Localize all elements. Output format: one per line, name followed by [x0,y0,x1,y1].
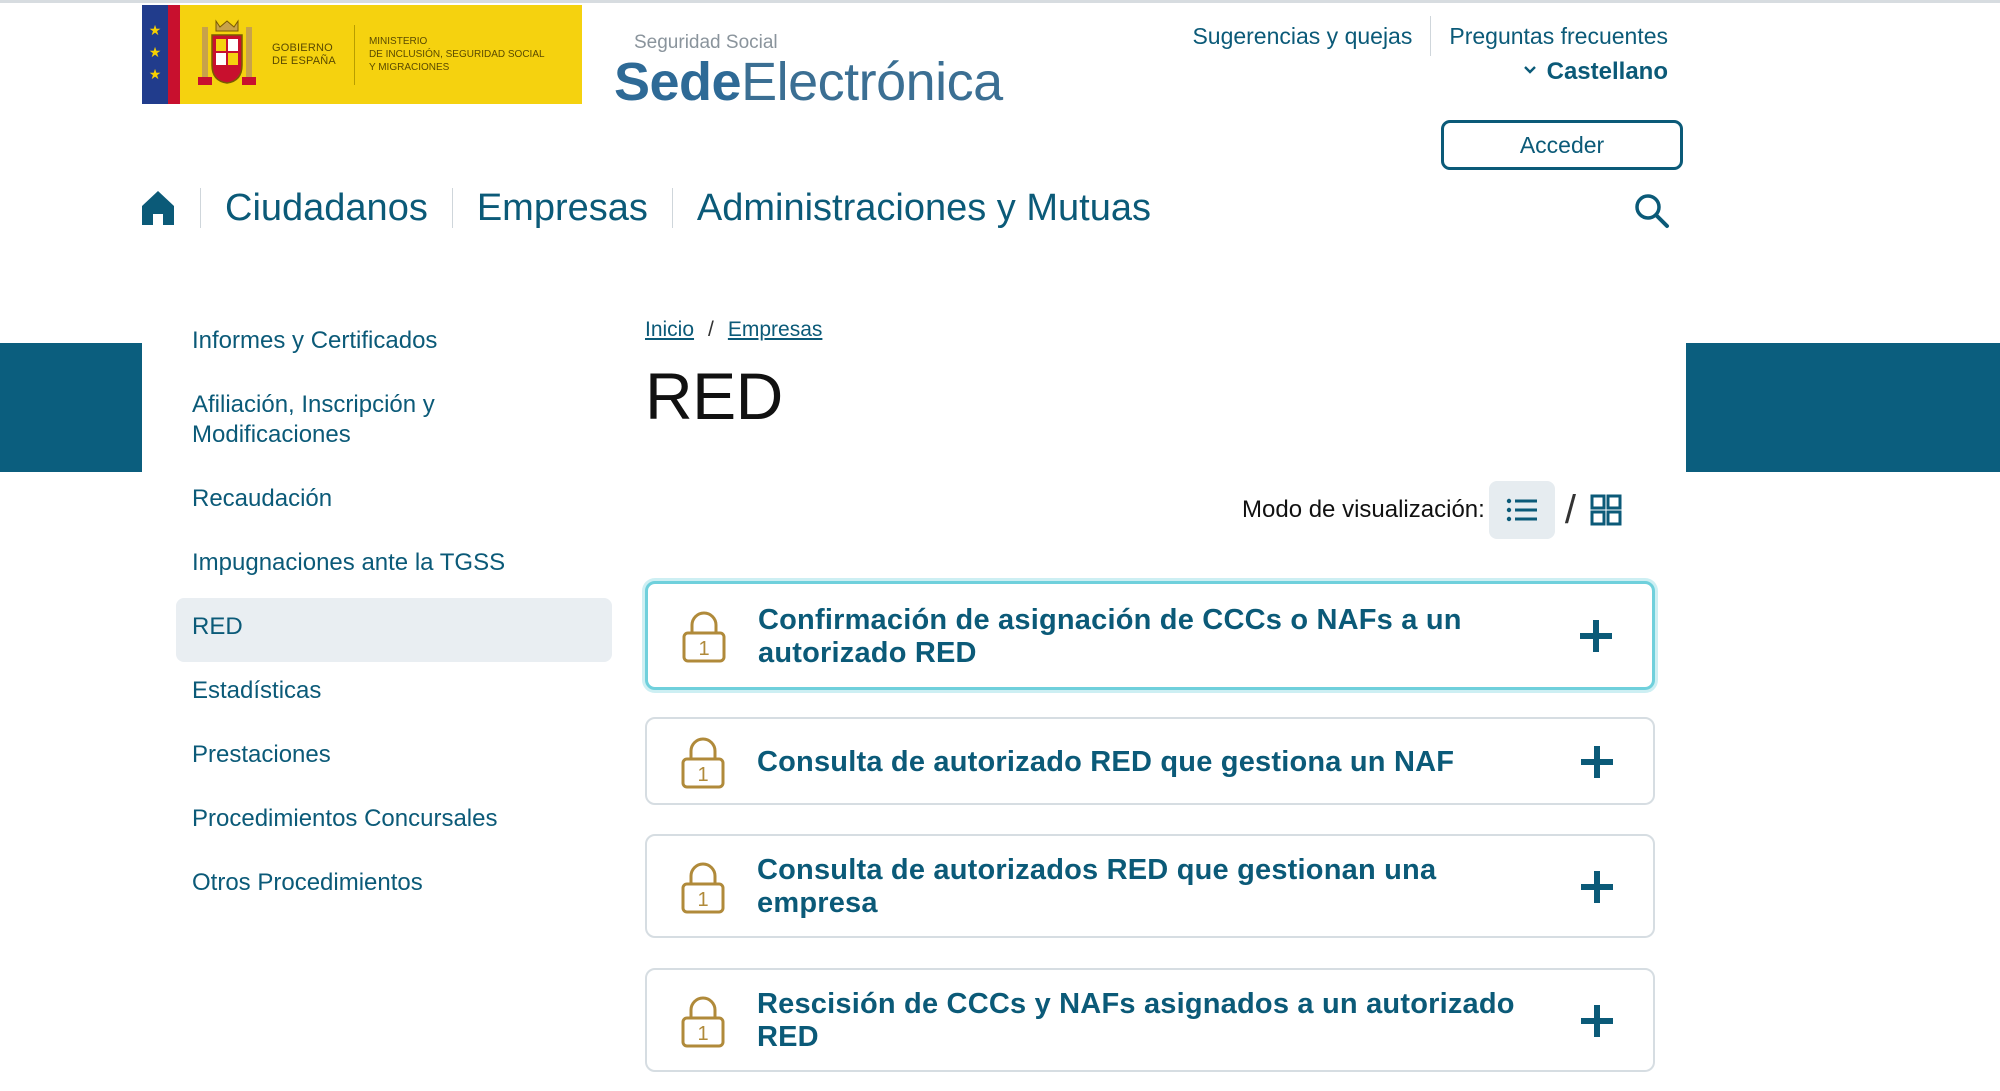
view-mode-label: Modo de visualización: [1242,496,1485,523]
lock-level: 1 [697,889,708,911]
nav-item-administraciones[interactable]: Administraciones y Mutuas [697,187,1151,230]
lock-icon: 1 [681,737,725,789]
nav-separator [451,188,453,228]
chevron-down-icon [1523,62,1537,79]
nav-separator [671,188,673,228]
lock-icon: 1 [682,611,726,663]
procedure-card[interactable]: 1 Confirmación de asignación de CCCs o N… [645,581,1655,690]
breadcrumb-empresas[interactable]: Empresas [728,318,823,342]
sidebar-item-prestaciones[interactable]: Prestaciones [176,726,612,790]
sede-electronica-logo[interactable]: Seguridad Social SedeElectrónica [614,32,1003,110]
lock-icon: 1 [681,996,725,1048]
procedure-title: Confirmación de asignación de CCCs o NAF… [758,604,1462,669]
sidebar-menu: Informes y Certificados Afiliación, Insc… [176,312,612,918]
breadcrumb: Inicio / Empresas [645,318,822,342]
gov-logo-body: GOBIERNO DE ESPAÑA MINISTERIO DE INCLUSI… [180,5,582,104]
sidebar-item-recaudacion[interactable]: Recaudación [176,470,612,534]
nav-separator [200,188,201,228]
nav-item-empresas[interactable]: Empresas [477,187,648,230]
decorative-band-left [0,343,142,472]
procedure-card[interactable]: 1 Rescisión de CCCs y NAFs asignados a u… [645,968,1655,1072]
home-icon[interactable] [140,188,176,228]
lock-level: 1 [697,764,708,786]
search-icon[interactable] [1634,193,1670,229]
sede-title-bold: Sede [614,52,742,112]
sugerencias-link[interactable]: Sugerencias y quejas [1192,23,1412,50]
sidebar-item-informes[interactable]: Informes y Certificados [176,312,612,376]
sidebar-item-otros[interactable]: Otros Procedimientos [176,854,612,918]
main-navigation: Ciudadanos Empresas Administraciones y M… [140,180,1151,236]
grid-view-button[interactable] [1586,490,1626,530]
plus-icon[interactable] [1579,1003,1615,1039]
procedure-card[interactable]: 1 Consulta de autorizado RED que gestion… [645,717,1655,805]
utility-links: Sugerencias y quejas Preguntas frecuente… [1192,16,1668,56]
breadcrumb-inicio[interactable]: Inicio [645,318,694,342]
plus-icon[interactable] [1579,869,1615,905]
page-title: RED [645,359,783,433]
sidebar-item-afiliacion[interactable]: Afiliación, Inscripción y Modificaciones [176,376,612,470]
view-mode-separator: / [1564,487,1576,532]
list-view-button[interactable] [1488,481,1555,539]
preguntas-link[interactable]: Preguntas frecuentes [1449,23,1668,50]
sidebar-item-red[interactable]: RED [176,598,612,662]
grid-view-icon [1590,494,1622,526]
breadcrumb-separator: / [708,318,714,341]
procedure-title: Consulta de autorizado RED que gestiona … [757,746,1455,778]
lock-icon: 1 [681,862,725,914]
language-selector[interactable]: Castellano [1523,58,1668,86]
sidebar-item-concursales[interactable]: Procedimientos Concursales [176,790,612,854]
nav-item-ciudadanos[interactable]: Ciudadanos [225,187,428,230]
list-view-icon [1506,498,1537,522]
top-border [0,0,2000,3]
eu-flag: ★ ★ ★ [142,5,180,104]
sidebar-item-estadisticas[interactable]: Estadísticas [176,662,612,726]
procedure-card[interactable]: 1 Consulta de autorizados RED que gestio… [645,834,1655,938]
language-label: Castellano [1546,58,1668,85]
plus-icon[interactable] [1579,744,1615,780]
sidebar-item-impugnaciones[interactable]: Impugnaciones ante la TGSS [176,534,612,598]
view-mode-switcher: Modo de visualización: / [1242,481,1626,539]
star-icons: ★ ★ ★ [148,22,162,82]
lock-level: 1 [698,638,709,660]
procedure-title: Rescisión de CCCs y NAFs asignados a un … [757,988,1515,1053]
sede-subtitle: Seguridad Social [634,32,778,53]
login-button[interactable]: Acceder [1441,120,1683,170]
coat-of-arms-icon [198,18,256,85]
logo-divider [353,24,355,85]
government-logo[interactable]: ★ ★ ★ GOBIERNO DE ESPAÑA MINISTERIO DE INC… [142,5,582,104]
procedure-title: Consulta de autorizados RED que gestiona… [757,854,1437,919]
link-separator [1430,16,1432,56]
sede-title-rest: Electrónica [741,52,1003,112]
gobierno-text: GOBIERNO DE ESPAÑA [272,41,336,67]
decorative-band-right [1686,343,2000,472]
plus-icon[interactable] [1578,618,1614,654]
lock-level: 1 [697,1023,708,1045]
ministerio-text: MINISTERIO DE INCLUSIÓN, SEGURIDAD SOCIA… [368,36,545,73]
sede-title: SedeElectrónica [614,54,1003,110]
